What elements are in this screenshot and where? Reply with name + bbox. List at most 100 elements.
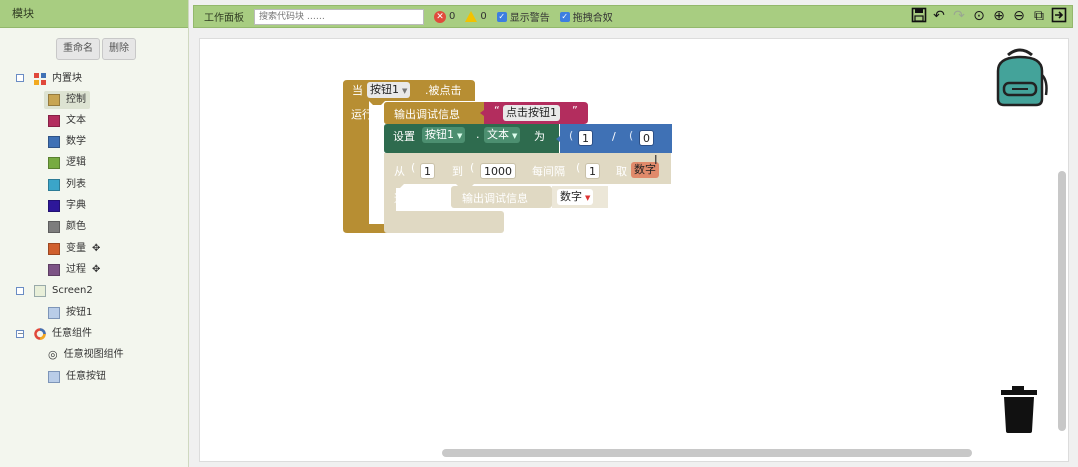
trash-icon[interactable]	[1000, 383, 1040, 435]
denominator-socket-bracket: (	[629, 129, 634, 142]
tree-item-procedures[interactable]: 过程 ✥	[48, 261, 100, 279]
tree-item-label: 列表	[66, 179, 86, 190]
tree-item-any-button[interactable]: 任意按钮	[48, 368, 106, 386]
redo-icon[interactable]: ↷	[950, 7, 968, 25]
error-indicator[interactable]: ✕ 0	[434, 10, 456, 23]
show-warnings-label: 显示警告	[509, 13, 550, 24]
denominator-field[interactable]: 0	[639, 130, 654, 146]
tree-item-logic[interactable]: 逻辑	[48, 154, 86, 172]
center-icon[interactable]: ⊙	[970, 7, 988, 25]
blocks-panel: 模块 重命名 删除 内置块 控制 文本 数学 逻辑 列表 字典 颜色 变量 ✥ …	[0, 0, 189, 467]
text-literal-field[interactable]: 点击按钮1	[503, 105, 560, 121]
zoom-out-icon[interactable]: ⊖	[1010, 7, 1028, 25]
text-color-icon	[48, 115, 60, 127]
tree-item-label: 任意视图组件	[63, 349, 124, 360]
warning-count: 0	[480, 11, 487, 22]
control-color-icon	[48, 94, 60, 106]
screen-icon	[34, 285, 46, 297]
dropdown-value: 按钮1	[425, 128, 454, 141]
logic-color-icon	[48, 157, 60, 169]
from-label: 从	[394, 165, 405, 178]
tree-item-button1[interactable]: 按钮1	[48, 304, 92, 322]
step-value-field[interactable]: 1	[585, 163, 600, 179]
undo-icon[interactable]: ↶	[930, 7, 948, 25]
from-value-field[interactable]: 1	[420, 163, 435, 179]
warning-icon	[465, 11, 478, 22]
chevron-down-icon: ▼	[457, 132, 463, 140]
numerator-socket-bracket: (	[569, 129, 574, 142]
button-component-icon	[48, 371, 60, 383]
tree-item-colors[interactable]: 颜色	[48, 218, 86, 236]
variables-color-icon	[48, 243, 60, 255]
tree-item-label: 任意按钮	[66, 371, 106, 382]
set-property-dropdown[interactable]: 文本 ▼	[484, 127, 521, 143]
tree-item-any-component[interactable]: 任意组件	[34, 325, 92, 343]
to-socket-bracket: (	[470, 161, 475, 174]
to-label: 到	[452, 165, 463, 178]
delete-button[interactable]: 删除	[102, 38, 136, 60]
exit-icon[interactable]	[1050, 7, 1068, 25]
checkbox-checked-icon: ✓	[559, 11, 570, 22]
save-icon[interactable]	[910, 7, 928, 25]
division-operator: /	[612, 130, 616, 143]
to-value-field[interactable]: 1000	[480, 163, 516, 179]
block-search-input[interactable]	[254, 8, 424, 25]
dropdown-value: 按钮1	[370, 83, 399, 96]
colors-color-icon	[48, 221, 60, 233]
event-prefix: 当	[352, 84, 363, 97]
event-do-label: 运行	[351, 108, 373, 121]
show-warnings-checkbox[interactable]: ✓ 显示警告	[496, 9, 550, 24]
chevron-down-icon: ▼	[402, 87, 408, 95]
tree-item-variables[interactable]: 变量 ✥	[48, 240, 100, 258]
chevron-down-icon: ▼	[585, 194, 591, 202]
error-count: 0	[449, 11, 456, 22]
blocks-workspace[interactable]: 当 按钮1 ▼ .被点击 运行 输出调试信息 “ 点击按钮1 ” 设置 按钮1 ▼ …	[199, 38, 1069, 462]
set-label: 设置	[393, 130, 415, 143]
screenshot-icon[interactable]: ⧉	[1030, 7, 1048, 25]
print-label: 输出调试信息	[394, 108, 460, 121]
step-label: 每间隔	[532, 165, 565, 178]
quote-close: ”	[572, 104, 578, 117]
event-name: .被点击	[425, 84, 462, 97]
tree-item-builtin[interactable]: 内置块	[34, 70, 82, 88]
drag-combine-label: 拖拽合奴	[572, 13, 613, 24]
set-component-dropdown[interactable]: 按钮1 ▼	[422, 127, 466, 143]
tree-item-any-view[interactable]: ◎ 任意视图组件	[48, 346, 124, 364]
any-component-collapse-toggle[interactable]: −	[16, 330, 24, 338]
any-component-icon	[34, 328, 46, 340]
quote-open: “	[494, 104, 500, 117]
rename-button[interactable]: 重命名	[56, 38, 100, 60]
drag-combine-checkbox[interactable]: ✓ 拖拽合奴	[559, 9, 613, 24]
tree-item-text[interactable]: 文本	[48, 112, 86, 130]
lists-color-icon	[48, 179, 60, 191]
tree-item-label: 内置块	[52, 73, 82, 84]
tree-item-label: 变量	[66, 243, 86, 254]
var-label: 取	[616, 165, 627, 178]
workspace-horizontal-scrollbar[interactable]	[442, 449, 972, 457]
tree-item-label: 文本	[66, 115, 86, 126]
event-component-dropdown[interactable]: 按钮1 ▼	[367, 82, 411, 98]
tree-item-label: 任意组件	[52, 328, 92, 339]
dropdown-value: 文本	[487, 128, 509, 141]
tree-item-label: 颜色	[66, 221, 86, 232]
step-socket-bracket: (	[576, 161, 581, 174]
tree-item-lists[interactable]: 列表	[48, 176, 86, 194]
tree-item-screen[interactable]: Screen2	[34, 282, 93, 300]
text-cursor-icon: I	[654, 153, 658, 167]
tree-item-dictionary[interactable]: 字典	[48, 197, 86, 215]
tree-item-control[interactable]: 控制	[44, 91, 90, 109]
workspace-vertical-scrollbar[interactable]	[1058, 171, 1066, 431]
dictionary-color-icon	[48, 200, 60, 212]
blocks-panel-title: 模块	[0, 0, 188, 28]
builtin-collapse-toggle[interactable]	[16, 74, 24, 82]
tree-item-math[interactable]: 数学	[48, 133, 86, 151]
warning-indicator[interactable]: 0	[465, 11, 487, 22]
backpack-icon[interactable]	[990, 47, 1050, 109]
print-variable-dropdown[interactable]: 数字 ▼	[557, 189, 594, 205]
workspace-tools: ↶ ↷ ⊙ ⊕ ⊖ ⧉	[910, 7, 1068, 25]
screen-collapse-toggle[interactable]	[16, 287, 24, 295]
tree-item-label: 数学	[66, 136, 86, 147]
for-do-label: 逐个运行	[394, 192, 438, 205]
zoom-in-icon[interactable]: ⊕	[990, 7, 1008, 25]
numerator-field[interactable]: 1	[578, 130, 593, 146]
